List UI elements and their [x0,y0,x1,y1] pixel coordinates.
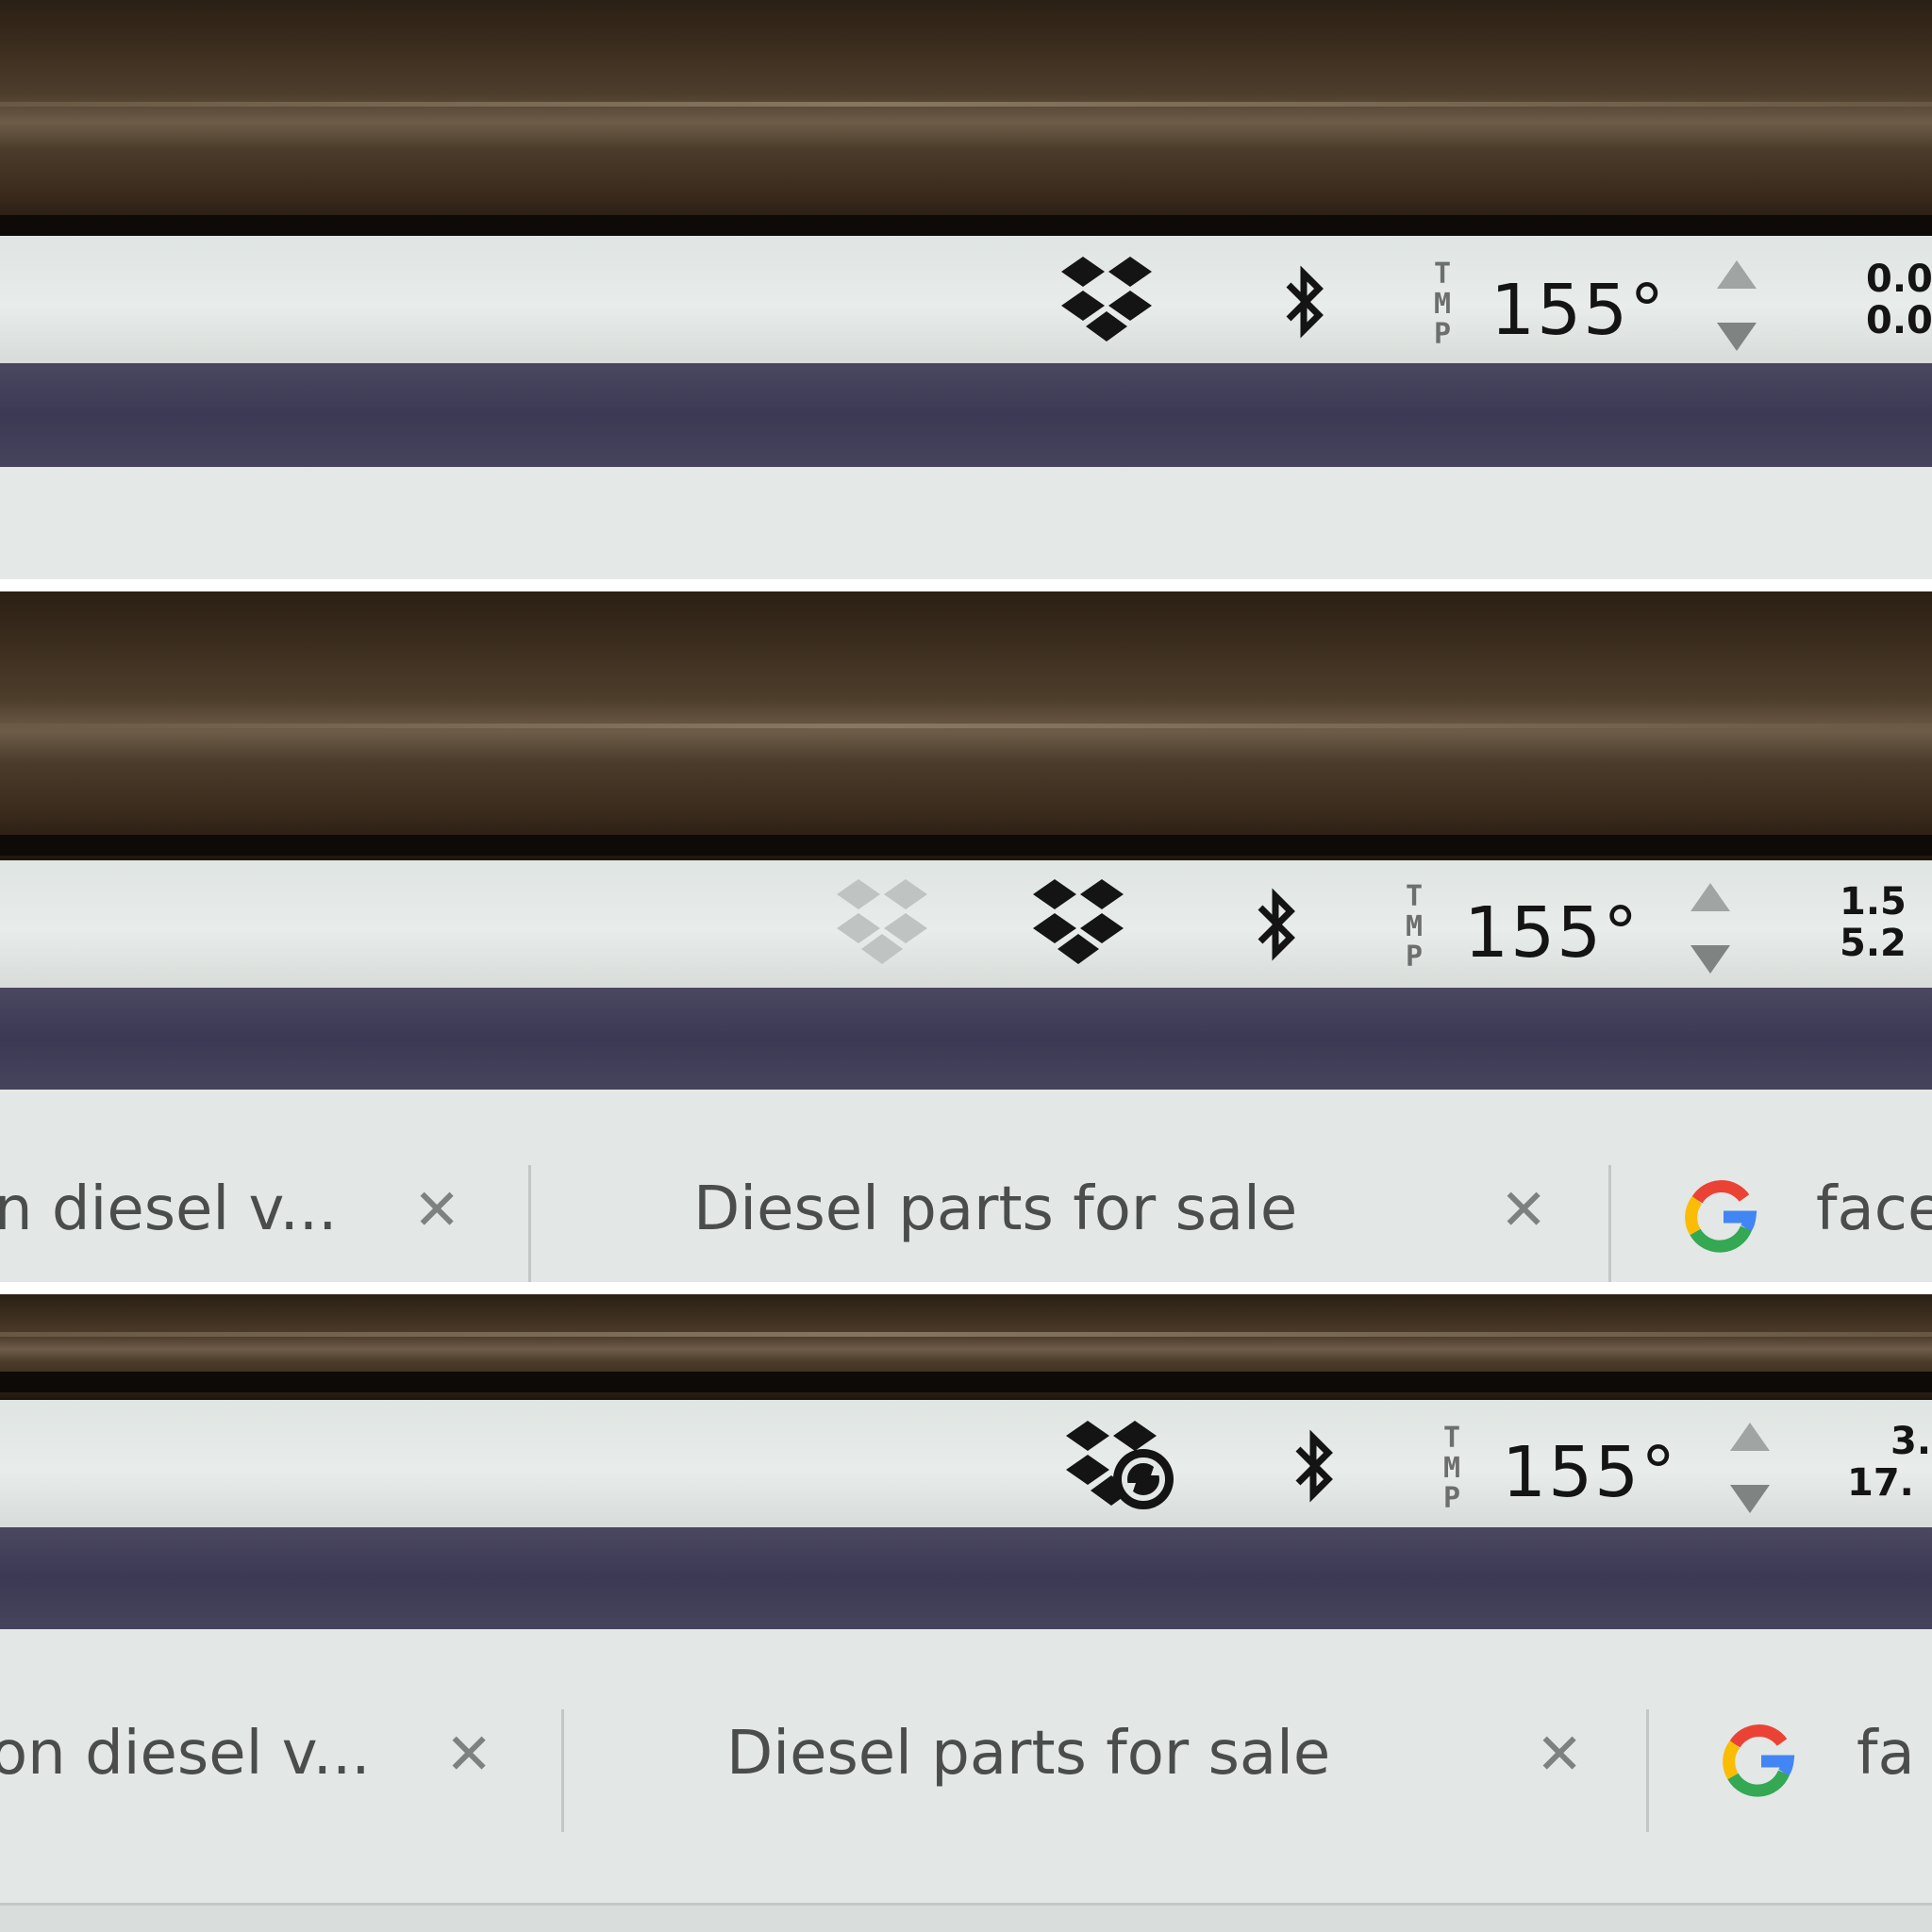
net-upload-rate: 3. [1890,1420,1932,1463]
net-download-rate: 0.0 [1866,299,1932,342]
monitor-bezel [0,591,1932,860]
window-title-bar [0,1527,1932,1629]
dropbox-syncing-icon[interactable] [1064,1419,1175,1517]
tab-divider [1608,1165,1611,1282]
bezel-highlight [0,1332,1932,1337]
google-icon [1722,1724,1797,1799]
bluetooth-icon[interactable] [1281,264,1328,340]
dropbox-icon[interactable] [1031,877,1125,966]
screenshot-panel-1: TMP 155° 0.0 0.0 [0,0,1932,579]
close-icon[interactable]: ✕ [413,1182,460,1239]
tab-title: Diesel parts for sale [693,1174,1298,1244]
tmp-letter-t: T [1434,258,1451,291]
tmp-letter-m: M [1434,288,1451,321]
bluetooth-icon[interactable] [1253,887,1300,962]
tab-title: on diesel v... [0,1719,371,1789]
menu-bar: TMP 155° 3. 17. [0,1400,1932,1527]
bezel-edge [0,835,1932,856]
tmp-letter-t: T [1406,880,1423,913]
browser-toolbar-area [0,467,1932,579]
net-download-rate: 17. [1847,1461,1914,1505]
tmp-letter-m: M [1443,1452,1460,1485]
browser-tab-strip: n diesel v... ✕ Diesel parts for sale ✕ … [0,1090,1932,1282]
window-title-bar [0,988,1932,1090]
tmp-sensor-icon: TMP [1429,1419,1474,1513]
tmp-letter-p: P [1434,318,1451,349]
tmp-letter-m: M [1406,910,1423,943]
up-down-arrows-icon[interactable] [1728,1421,1772,1515]
menu-bar: TMP 155° 1.5 5.2 [0,860,1932,988]
browser-tab-strip: on diesel v... ✕ Diesel parts for sale ✕… [0,1629,1932,1932]
bluetooth-icon[interactable] [1291,1428,1338,1504]
bezel-edge [0,1372,1932,1392]
tab-divider [528,1165,531,1282]
net-upload-rate: 1.5 [1840,880,1907,924]
sync-badge-icon [1113,1449,1174,1509]
dropbox-ghost-icon [835,877,929,966]
net-download-rate: 5.2 [1840,922,1907,965]
tab-divider [561,1709,564,1832]
monitor-bezel [0,1294,1932,1400]
close-icon[interactable]: ✕ [1536,1726,1583,1783]
tab-divider [1646,1709,1649,1832]
up-down-arrows-icon[interactable] [1715,258,1758,353]
temperature-readout[interactable]: 155° [1464,898,1640,968]
google-icon [1684,1179,1759,1255]
screenshot-panel-2: TMP 155° 1.5 5.2 n diesel v... ✕ Diesel … [0,591,1932,1282]
bezel-highlight [0,724,1932,728]
tab-title: fa [1857,1719,1915,1789]
up-down-arrows-icon[interactable] [1689,881,1732,975]
tmp-sensor-icon: TMP [1420,255,1465,349]
bezel-edge [0,215,1932,236]
net-upload-rate: 0.0 [1866,258,1932,301]
tab-title: n diesel v... [0,1174,338,1244]
tab-title: face [1816,1174,1932,1244]
monitor-bezel [0,0,1932,236]
tmp-letter-p: P [1406,941,1423,972]
temperature-readout[interactable]: 155° [1491,275,1666,345]
tmp-letter-t: T [1443,1422,1460,1455]
toolbar-edge [0,1903,1932,1932]
temperature-readout[interactable]: 155° [1502,1438,1677,1507]
close-icon[interactable]: ✕ [1500,1182,1547,1239]
tab-title: Diesel parts for sale [726,1719,1331,1789]
window-title-bar [0,363,1932,467]
dropbox-icon[interactable] [1059,255,1154,343]
menu-bar: TMP 155° 0.0 0.0 [0,236,1932,363]
tmp-sensor-icon: TMP [1391,877,1437,972]
bezel-highlight [0,102,1932,107]
tmp-letter-p: P [1443,1482,1460,1513]
close-icon[interactable]: ✕ [445,1726,492,1783]
screenshot-panel-3: TMP 155° 3. 17. on diesel v... ✕ Diesel … [0,1294,1932,1932]
